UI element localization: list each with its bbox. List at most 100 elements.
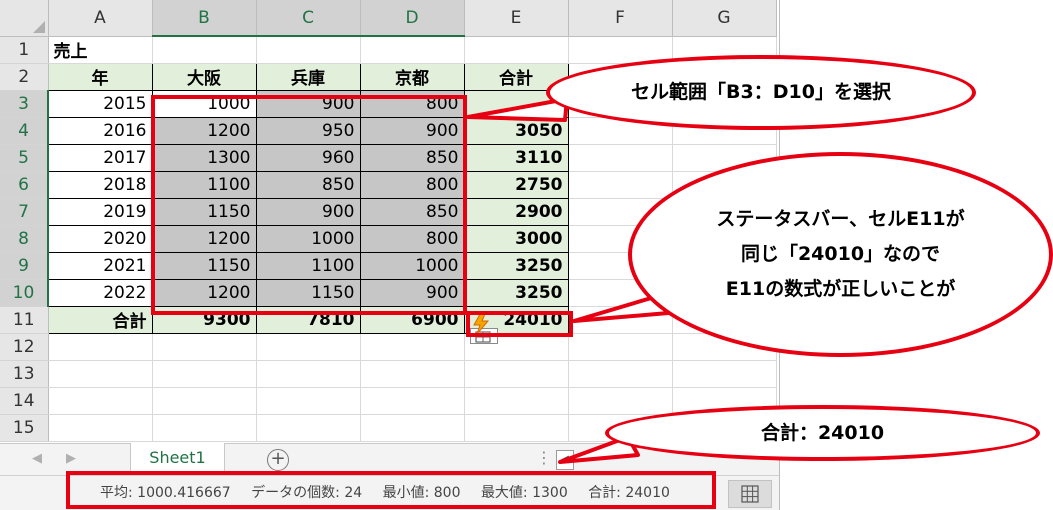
cell-kyoto[interactable]: 900	[359, 278, 465, 307]
row-header-4[interactable]: 4	[0, 117, 49, 145]
header-kyoto[interactable]: 京都	[359, 62, 465, 91]
cell[interactable]	[152, 36, 257, 64]
cell-hyogo[interactable]: 1100	[255, 251, 361, 280]
row-header-10[interactable]: 10	[0, 279, 49, 307]
cell-hyogo[interactable]: 960	[255, 143, 361, 172]
cell-hyogo[interactable]: 850	[255, 170, 361, 199]
add-sheet-icon[interactable]: +	[267, 449, 289, 471]
row-header-13[interactable]: 13	[0, 360, 49, 388]
cell-total[interactable]: 3250	[463, 278, 569, 307]
cell[interactable]	[568, 306, 673, 334]
tab-scroll-right-icon[interactable]: ▶	[66, 451, 76, 466]
cell-kyoto[interactable]: 900	[359, 116, 465, 145]
cell-osaka[interactable]: 1150	[151, 197, 257, 226]
cell-osaka[interactable]: 1200	[151, 278, 257, 307]
cell-kyoto[interactable]: 850	[359, 143, 465, 172]
cell[interactable]	[48, 333, 153, 361]
cell[interactable]	[152, 387, 257, 415]
col-header-d[interactable]: D	[360, 0, 465, 37]
select-all-corner[interactable]	[0, 0, 49, 37]
cell-total[interactable]: 2750	[463, 170, 569, 199]
col-header-g[interactable]: G	[672, 0, 777, 37]
cell-year[interactable]: 2018	[47, 170, 153, 199]
cell-osaka[interactable]: 1000	[151, 89, 257, 118]
total-osaka[interactable]: 9300	[151, 305, 257, 334]
row-header-11[interactable]: 11	[0, 306, 49, 334]
cell-year[interactable]: 2022	[47, 278, 153, 307]
cell-kyoto[interactable]: 850	[359, 197, 465, 226]
total-hyogo[interactable]: 7810	[255, 305, 361, 334]
cell-osaka[interactable]: 1200	[151, 224, 257, 253]
cell-year[interactable]: 2015	[47, 89, 153, 118]
cell-year[interactable]: 2020	[47, 224, 153, 253]
tab-splitter-icon[interactable]: ⋮	[536, 448, 552, 467]
cell-total[interactable]: 2900	[463, 197, 569, 226]
cell-kyoto[interactable]: 1000	[359, 251, 465, 280]
row-header-5[interactable]: 5	[0, 144, 49, 172]
cell-kyoto[interactable]: 800	[359, 170, 465, 199]
row-header-15[interactable]: 15	[0, 414, 49, 442]
cell[interactable]	[464, 360, 569, 388]
cell[interactable]	[256, 36, 361, 64]
row-header-6[interactable]: 6	[0, 171, 49, 199]
cell-osaka[interactable]: 1100	[151, 170, 257, 199]
normal-view-icon[interactable]	[728, 480, 772, 508]
col-header-b[interactable]: B	[152, 0, 257, 37]
cell[interactable]	[672, 360, 777, 388]
cell[interactable]	[464, 36, 569, 64]
row-header-1[interactable]: 1	[0, 36, 49, 64]
cell[interactable]	[152, 414, 257, 442]
cell[interactable]	[360, 387, 465, 415]
cell-hyogo[interactable]: 900	[255, 197, 361, 226]
col-header-a[interactable]: A	[48, 0, 153, 37]
cell-hyogo[interactable]: 1150	[255, 278, 361, 307]
total-kyoto[interactable]: 6900	[359, 305, 465, 334]
row-header-12[interactable]: 12	[0, 333, 49, 361]
cell-total[interactable]: 3050	[463, 116, 569, 145]
cell-osaka[interactable]: 1300	[151, 143, 257, 172]
cell[interactable]	[48, 360, 153, 388]
cell-kyoto[interactable]: 800	[359, 89, 465, 118]
cell-a1[interactable]: 売上	[48, 36, 153, 64]
cell-hyogo[interactable]: 900	[255, 89, 361, 118]
row-header-2[interactable]: 2	[0, 63, 49, 91]
cell[interactable]	[568, 333, 673, 361]
cell[interactable]	[256, 387, 361, 415]
row-header-3[interactable]: 3	[0, 90, 49, 118]
row-header-8[interactable]: 8	[0, 225, 49, 253]
cell-total[interactable]: 3110	[463, 143, 569, 172]
cell[interactable]	[464, 387, 569, 415]
cell-total[interactable]: 3000	[463, 224, 569, 253]
cell[interactable]	[568, 387, 673, 415]
cell[interactable]	[464, 414, 569, 442]
cell[interactable]	[360, 333, 465, 361]
row-header-7[interactable]: 7	[0, 198, 49, 226]
col-header-f[interactable]: F	[568, 0, 673, 37]
cell-kyoto[interactable]: 800	[359, 224, 465, 253]
cell[interactable]	[360, 360, 465, 388]
cell[interactable]	[568, 360, 673, 388]
hscroll-left-icon[interactable]: ◀	[556, 450, 574, 470]
cell[interactable]	[152, 360, 257, 388]
cell[interactable]	[360, 36, 465, 64]
cell-total[interactable]: 3250	[463, 251, 569, 280]
cell-year[interactable]: 2019	[47, 197, 153, 226]
row-header-9[interactable]: 9	[0, 252, 49, 280]
col-header-e[interactable]: E	[464, 0, 569, 37]
header-year[interactable]: 年	[47, 62, 153, 91]
cell-hyogo[interactable]: 1000	[255, 224, 361, 253]
header-hyogo[interactable]: 兵庫	[255, 62, 361, 91]
cell-osaka[interactable]: 1200	[151, 116, 257, 145]
header-osaka[interactable]: 大阪	[151, 62, 257, 91]
cell[interactable]	[48, 414, 153, 442]
cell[interactable]	[48, 387, 153, 415]
cell[interactable]	[256, 360, 361, 388]
cell-year[interactable]: 2016	[47, 116, 153, 145]
cell[interactable]	[568, 171, 673, 199]
cell[interactable]	[256, 414, 361, 442]
col-header-c[interactable]: C	[256, 0, 361, 37]
total-label[interactable]: 合計	[47, 305, 153, 334]
cell[interactable]	[152, 333, 257, 361]
cell-year[interactable]: 2021	[47, 251, 153, 280]
tab-scroll-left-icon[interactable]: ◀	[32, 451, 42, 466]
